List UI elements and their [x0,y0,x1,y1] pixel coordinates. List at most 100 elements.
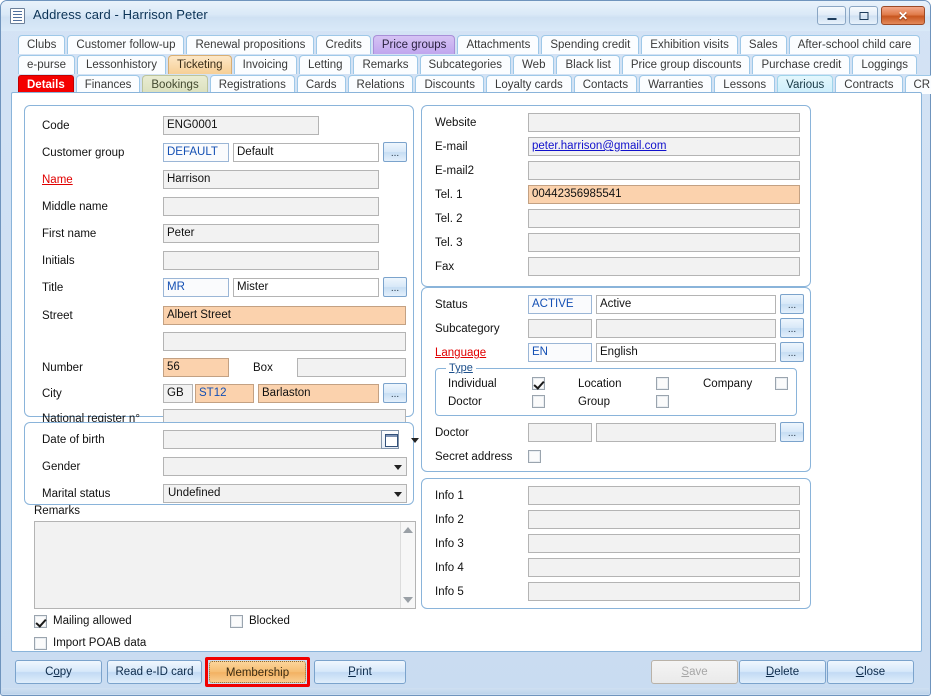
email2-field[interactable] [528,161,800,180]
info1-field[interactable] [528,486,800,505]
import-poab-checkbox[interactable] [34,637,47,650]
copy-button[interactable]: Copy [15,660,102,684]
type-company-checkbox[interactable] [775,377,788,390]
number-field[interactable]: 56 [163,358,229,377]
type-group-checkbox[interactable] [656,395,669,408]
tab-ticketing[interactable]: Ticketing [168,55,232,74]
type-doctor-checkbox[interactable] [532,395,545,408]
tab-attachments[interactable]: Attachments [457,35,539,54]
print-button[interactable]: Print [314,660,406,684]
subcategory-browse-button[interactable]: ... [780,318,804,338]
tab-clubs[interactable]: Clubs [18,35,65,54]
info3-label: Info 3 [435,538,464,550]
subcategory-code-field[interactable] [528,319,592,338]
tab-letting[interactable]: Letting [299,55,352,74]
info3-field[interactable] [528,534,800,553]
tab-subcategories[interactable]: Subcategories [420,55,512,74]
date-of-birth-field[interactable] [163,430,383,449]
tab-sales[interactable]: Sales [740,35,787,54]
tab-after-school-child-care[interactable]: After-school child care [789,35,921,54]
title-browse-button[interactable]: ... [383,277,407,297]
remarks-scrollbar[interactable] [400,522,415,608]
middle-name-label: Middle name [42,201,108,213]
tab-loggings[interactable]: Loggings [852,55,917,74]
tel3-field[interactable] [528,233,800,252]
box-field[interactable] [297,358,406,377]
delete-button[interactable]: Delete [739,660,826,684]
name-label[interactable]: Name [42,174,73,186]
status-code-field[interactable]: ACTIVE [528,295,592,314]
doctor-browse-button[interactable]: ... [780,422,804,442]
website-field[interactable] [528,113,800,132]
scroll-up-icon[interactable] [403,527,413,533]
tab-price-group-discounts[interactable]: Price group discounts [622,55,751,74]
info2-field[interactable] [528,510,800,529]
tab-price-groups[interactable]: Price groups [373,35,456,54]
membership-button[interactable]: Membership [209,661,306,683]
type-individual-checkbox[interactable] [532,377,545,390]
scroll-down-icon[interactable] [403,597,413,603]
info5-field[interactable] [528,582,800,601]
initials-field[interactable] [163,251,379,270]
blocked-checkbox[interactable] [230,615,243,628]
tab-purchase-credit[interactable]: Purchase credit [752,55,850,74]
email-field[interactable]: peter.harrison@gmail.com [528,137,800,156]
minimize-button[interactable] [817,6,846,25]
close-button[interactable]: ✕ [881,6,925,25]
postcode-field[interactable]: ST12 [195,384,254,403]
title-name-field[interactable]: Mister [233,278,379,297]
language-name-field[interactable]: English [596,343,776,362]
customer-group-code-field[interactable]: DEFAULT [163,143,229,162]
info1-label: Info 1 [435,490,464,502]
maximize-button[interactable] [849,6,878,25]
status-browse-button[interactable]: ... [780,294,804,314]
doctor-name-field[interactable] [596,423,776,442]
tab-credits[interactable]: Credits [316,35,370,54]
first-name-field[interactable]: Peter [163,224,379,243]
tab-invoicing[interactable]: Invoicing [234,55,297,74]
tel1-field[interactable]: 00442356985541 [528,185,800,204]
language-browse-button[interactable]: ... [780,342,804,362]
city-browse-button[interactable]: ... [383,383,407,403]
street-field[interactable]: Albert Street [163,306,406,325]
tab-remarks[interactable]: Remarks [353,55,417,74]
info4-field[interactable] [528,558,800,577]
name-field[interactable]: Harrison [163,170,379,189]
tab-customer-follow-up[interactable]: Customer follow-up [67,35,184,54]
save-button[interactable]: Save [651,660,738,684]
remarks-textarea[interactable] [34,521,416,609]
read-eid-card-button[interactable]: Read e-ID card [107,660,202,684]
city-field[interactable]: Barlaston [258,384,379,403]
gender-select[interactable] [163,457,407,476]
country-code-field[interactable]: GB [163,384,193,403]
language-code-field[interactable]: EN [528,343,592,362]
tab-exhibition-visits[interactable]: Exhibition visits [641,35,738,54]
subcategory-name-field[interactable] [596,319,776,338]
customer-group-name-field[interactable]: Default [233,143,379,162]
tab-lessonhistory[interactable]: Lessonhistory [77,55,166,74]
street2-field[interactable] [163,332,406,351]
status-label: Status [435,299,468,311]
email-link[interactable]: peter.harrison@gmail.com [532,140,666,152]
doctor-code-field[interactable] [528,423,592,442]
date-of-birth-dropdown[interactable] [395,430,420,449]
status-name-field[interactable]: Active [596,295,776,314]
close-dialog-button[interactable]: Close [827,660,914,684]
secret-address-checkbox[interactable] [528,450,541,463]
title-code-field[interactable]: MR [163,278,229,297]
tab-black-list[interactable]: Black list [556,55,619,74]
tab-e-purse[interactable]: e-purse [18,55,75,74]
marital-status-select[interactable]: Undefined [163,484,407,503]
type-location-checkbox[interactable] [656,377,669,390]
middle-name-field[interactable] [163,197,379,216]
remarks-label: Remarks [34,505,80,517]
tab-web[interactable]: Web [513,55,554,74]
tab-renewal-propositions[interactable]: Renewal propositions [186,35,314,54]
fax-field[interactable] [528,257,800,276]
language-label[interactable]: Language [435,347,486,359]
tel2-field[interactable] [528,209,800,228]
customer-group-browse-button[interactable]: ... [383,142,407,162]
tab-spending-credit[interactable]: Spending credit [541,35,639,54]
mailing-allowed-checkbox[interactable] [34,615,47,628]
code-field[interactable]: ENG0001 [163,116,319,135]
